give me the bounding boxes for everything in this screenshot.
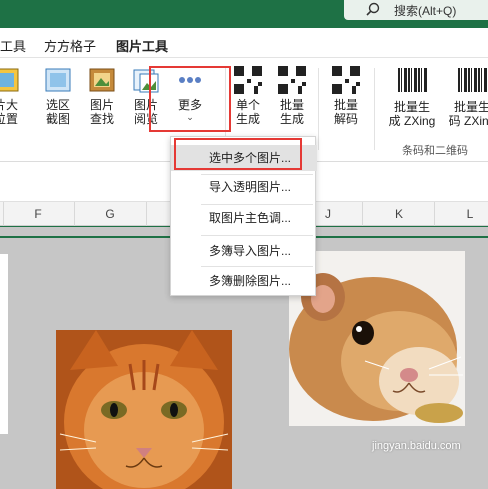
watermark: jingyan.baidu.com [372, 440, 461, 452]
ribbon-separator [318, 68, 319, 150]
batch-code-zxing-button[interactable]: 批量生 码 ZXing [444, 66, 488, 128]
title-bar: 搜索(Alt+Q) [0, 0, 488, 28]
batch-generate-button[interactable]: 批量 生成 [270, 66, 314, 126]
tab-fangfanggezi[interactable]: 方方格子 [44, 36, 96, 55]
search-box[interactable]: 搜索(Alt+Q) [344, 0, 488, 20]
search-icon [366, 2, 380, 16]
barcode-group-label: 条码和二维码 [402, 145, 468, 157]
menu-item-get-main-color[interactable]: 取图片主色调... [171, 205, 317, 231]
batch-generate-label: 批量 生成 [279, 98, 304, 126]
ribbon-separator [374, 68, 375, 150]
column-j[interactable]: J [318, 207, 338, 221]
picture-position-label: 片大 位置 [0, 98, 18, 126]
menu-item-highlight [174, 138, 302, 170]
menu-item-multi-workbook-delete[interactable]: 多簿删除图片... [171, 268, 317, 294]
search-placeholder: 搜索(Alt+Q) [394, 4, 457, 18]
qr-decode-icon [332, 66, 360, 94]
tab-picture-tools[interactable]: 图片工具 [116, 36, 169, 63]
cat-picture[interactable] [56, 330, 232, 489]
partial-picture[interactable] [0, 254, 8, 434]
column-divider [434, 202, 435, 226]
more-button-highlight [149, 66, 231, 132]
screenshot-icon [44, 66, 72, 94]
column-divider [146, 202, 147, 226]
column-g[interactable]: G [100, 207, 120, 221]
area-screenshot-button[interactable]: 选区 截图 [36, 66, 80, 126]
batch-code-zxing-label: 批量生 码 ZXing [448, 100, 488, 128]
barcode-icon [398, 68, 428, 96]
tab-tools[interactable]: 工具 [0, 36, 26, 55]
batch-generate-zxing-button[interactable]: 批量生 成 ZXing [384, 66, 440, 128]
menu-item-import-transparent-picture[interactable]: 导入透明图片... [171, 174, 317, 200]
picture-icon [0, 66, 20, 94]
column-l[interactable]: L [460, 207, 480, 221]
single-generate-button[interactable]: 单个 生成 [226, 66, 270, 126]
menu-separator [201, 235, 313, 236]
column-divider [3, 202, 4, 226]
picture-find-button[interactable]: 图片 查找 [80, 66, 124, 126]
column-divider [362, 202, 363, 226]
picture-frame-icon [88, 66, 116, 94]
qr-code-icon [278, 66, 306, 94]
picture-position-button[interactable]: 片大 位置 [0, 66, 28, 126]
batch-decode-button[interactable]: 批量 解码 [324, 66, 368, 126]
column-k[interactable]: K [389, 207, 409, 221]
column-f[interactable]: F [28, 207, 48, 221]
column-divider [74, 202, 75, 226]
batch-decode-label: 批量 解码 [333, 98, 358, 126]
single-generate-label: 单个 生成 [235, 98, 260, 126]
barcode-icon [458, 68, 488, 96]
batch-generate-zxing-label: 批量生 成 ZXing [388, 100, 436, 128]
menu-separator [201, 266, 313, 267]
menu-item-multi-workbook-import[interactable]: 多簿导入图片... [171, 238, 317, 264]
area-screenshot-label: 选区 截图 [45, 98, 70, 126]
qr-code-icon [234, 66, 262, 94]
picture-find-label: 图片 查找 [89, 98, 114, 126]
ribbon-tab-bar: 工具 方方格子 图片工具 [0, 28, 488, 63]
